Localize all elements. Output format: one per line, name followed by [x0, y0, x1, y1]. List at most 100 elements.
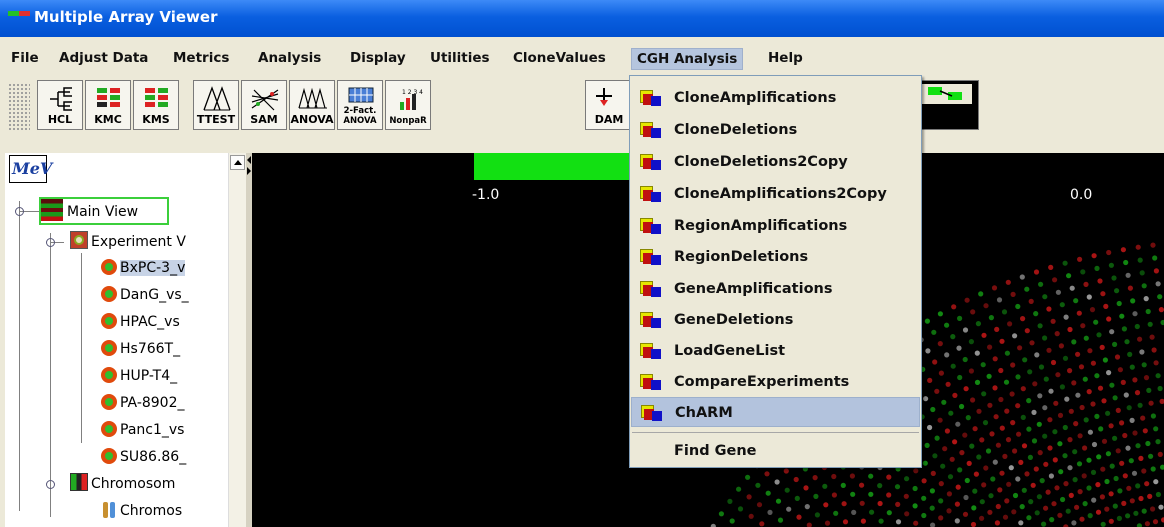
expression-spot: [995, 442, 1002, 448]
expression-spot: [1027, 369, 1033, 375]
expression-spot: [1112, 435, 1118, 441]
tree-experiment-item[interactable]: BxPC-3_v: [101, 257, 231, 279]
menu-file[interactable]: File: [6, 48, 44, 70]
collapse-left-icon[interactable]: [247, 156, 251, 164]
expression-spot: [932, 453, 938, 459]
expression-spot: [950, 363, 956, 369]
scroll-up-icon[interactable]: [230, 155, 245, 170]
expression-spot: [1090, 469, 1097, 475]
tree-experiment-item[interactable]: DanG_vs_: [101, 284, 231, 306]
expression-spot: [991, 285, 998, 291]
expression-spot: [963, 494, 969, 501]
tree-experiment-item[interactable]: Panc1_vs: [101, 419, 231, 441]
kms-button[interactable]: KMS: [133, 80, 179, 130]
menu-item-regionamplifications[interactable]: RegionAmplifications: [631, 211, 920, 241]
menu-utilities[interactable]: Utilities: [425, 48, 495, 70]
menu-item-cloneamplifications[interactable]: CloneAmplifications: [631, 83, 920, 113]
menu-item-clonedeletions[interactable]: CloneDeletions: [631, 115, 920, 145]
menu-item-charm[interactable]: ChARM: [631, 397, 920, 427]
expression-spot: [1038, 281, 1044, 287]
cgh-icon: [640, 374, 661, 391]
tree-scrollbar[interactable]: [228, 153, 246, 527]
menu-item-clonedeletions2copy[interactable]: CloneDeletions2Copy: [631, 147, 920, 177]
expression-spot: [1101, 438, 1108, 444]
expression-spot: [1028, 298, 1034, 304]
expression-spot: [1141, 468, 1147, 474]
expression-spot: [1019, 504, 1025, 510]
menu-adjust-data[interactable]: Adjust Data: [54, 48, 153, 70]
expression-spot: [1002, 514, 1009, 520]
tree-experiment-item[interactable]: HUP-T4_: [101, 365, 231, 387]
toolbar-grip[interactable]: [8, 83, 30, 131]
expression-spot: [962, 327, 969, 333]
rank-bars-icon: 1 2 3 4: [400, 89, 423, 110]
tree-experiment-item[interactable]: SU86.86_: [101, 446, 231, 468]
expression-spot: [976, 408, 982, 414]
menu-cgh-analysis[interactable]: CGH Analysis: [631, 48, 744, 70]
tree-experiment-item[interactable]: HPAC_vs: [101, 311, 231, 333]
tree-chromosome-viewer[interactable]: Chromosom: [70, 473, 235, 495]
collapse-toggle-icon[interactable]: [15, 207, 24, 216]
expression-spot: [1109, 382, 1115, 388]
expression-spot: [1153, 426, 1159, 432]
menu-item-regiondeletions[interactable]: RegionDeletions: [631, 242, 920, 272]
tree-experiment-viewer[interactable]: Experiment V: [70, 231, 235, 253]
expression-spot: [938, 498, 944, 504]
expression-spot: [1058, 469, 1064, 475]
collapse-right-icon[interactable]: [247, 167, 251, 175]
expression-spot: [1132, 311, 1138, 317]
expression-spot: [1021, 487, 1027, 493]
expression-image-button[interactable]: [915, 80, 979, 130]
expression-spot: [1015, 403, 1021, 409]
menu-item-cloneamplifications2copy[interactable]: CloneAmplifications2Copy: [631, 179, 920, 209]
expression-spot: [1003, 379, 1010, 385]
menu-item-geneamplifications[interactable]: GeneAmplifications: [631, 274, 920, 304]
anova-button[interactable]: ANOVA: [289, 80, 335, 130]
mev-logo: MeV: [9, 155, 52, 183]
tree-experiment-item[interactable]: PA-8902_: [101, 392, 231, 414]
menu-clonevalues[interactable]: CloneValues: [508, 48, 611, 70]
collapse-toggle-icon[interactable]: [46, 238, 55, 247]
expression-spot: [962, 511, 969, 517]
expression-spot: [1155, 491, 1161, 498]
2-fact-anova-label: 2-Fact. ANOVA: [343, 106, 377, 126]
experiment-item-label: HPAC_vs: [120, 314, 180, 330]
ttest-button[interactable]: TTEST: [193, 80, 239, 130]
tree-chromosome-item[interactable]: Chromos: [101, 500, 231, 522]
expression-spot: [952, 392, 958, 398]
expression-spot: [767, 509, 773, 515]
menu-metrics[interactable]: Metrics: [168, 48, 234, 70]
experiment-item-label: BxPC-3_v: [120, 260, 186, 276]
menu-item-find-gene[interactable]: Find Gene: [631, 436, 920, 466]
expression-spot: [964, 297, 970, 303]
expression-spot: [877, 500, 883, 507]
menu-item-label: GeneDeletions: [674, 312, 794, 328]
tree-main-view[interactable]: Main View: [39, 197, 169, 225]
expression-spot: [1122, 473, 1128, 479]
menu-help[interactable]: Help: [763, 48, 808, 70]
expression-spot: [1026, 515, 1032, 521]
expression-spot: [748, 513, 754, 519]
2-fact-anova-button[interactable]: 2-Fact. ANOVA: [337, 80, 383, 130]
sam-button[interactable]: SAM: [241, 80, 287, 130]
dam-button[interactable]: DAM: [585, 80, 633, 130]
tree-experiment-item[interactable]: Hs766T_: [101, 338, 231, 360]
expression-spot: [1062, 355, 1069, 361]
expression-spot: [1037, 393, 1043, 399]
collapse-toggle-icon[interactable]: [46, 480, 55, 489]
menu-item-loadgenelist[interactable]: LoadGeneList: [631, 336, 920, 366]
expression-spot: [1039, 478, 1045, 484]
menu-item-compareexperiments[interactable]: CompareExperiments: [631, 367, 920, 397]
hcl-button[interactable]: HCL: [37, 80, 83, 130]
expression-spot: [1091, 497, 1097, 503]
expression-spot: [1018, 520, 1024, 526]
expression-spot: [1157, 451, 1163, 457]
menu-display[interactable]: Display: [345, 48, 411, 70]
menu-item-genedeletions[interactable]: GeneDeletions: [631, 305, 920, 335]
expression-spot: [1011, 509, 1017, 515]
nonpar-button[interactable]: 1 2 3 4 NonpaR: [385, 80, 431, 130]
kmc-button[interactable]: KMC: [85, 80, 131, 130]
expression-spot: [806, 522, 812, 527]
expression-spot: [1086, 389, 1092, 395]
menu-analysis[interactable]: Analysis: [253, 48, 326, 70]
